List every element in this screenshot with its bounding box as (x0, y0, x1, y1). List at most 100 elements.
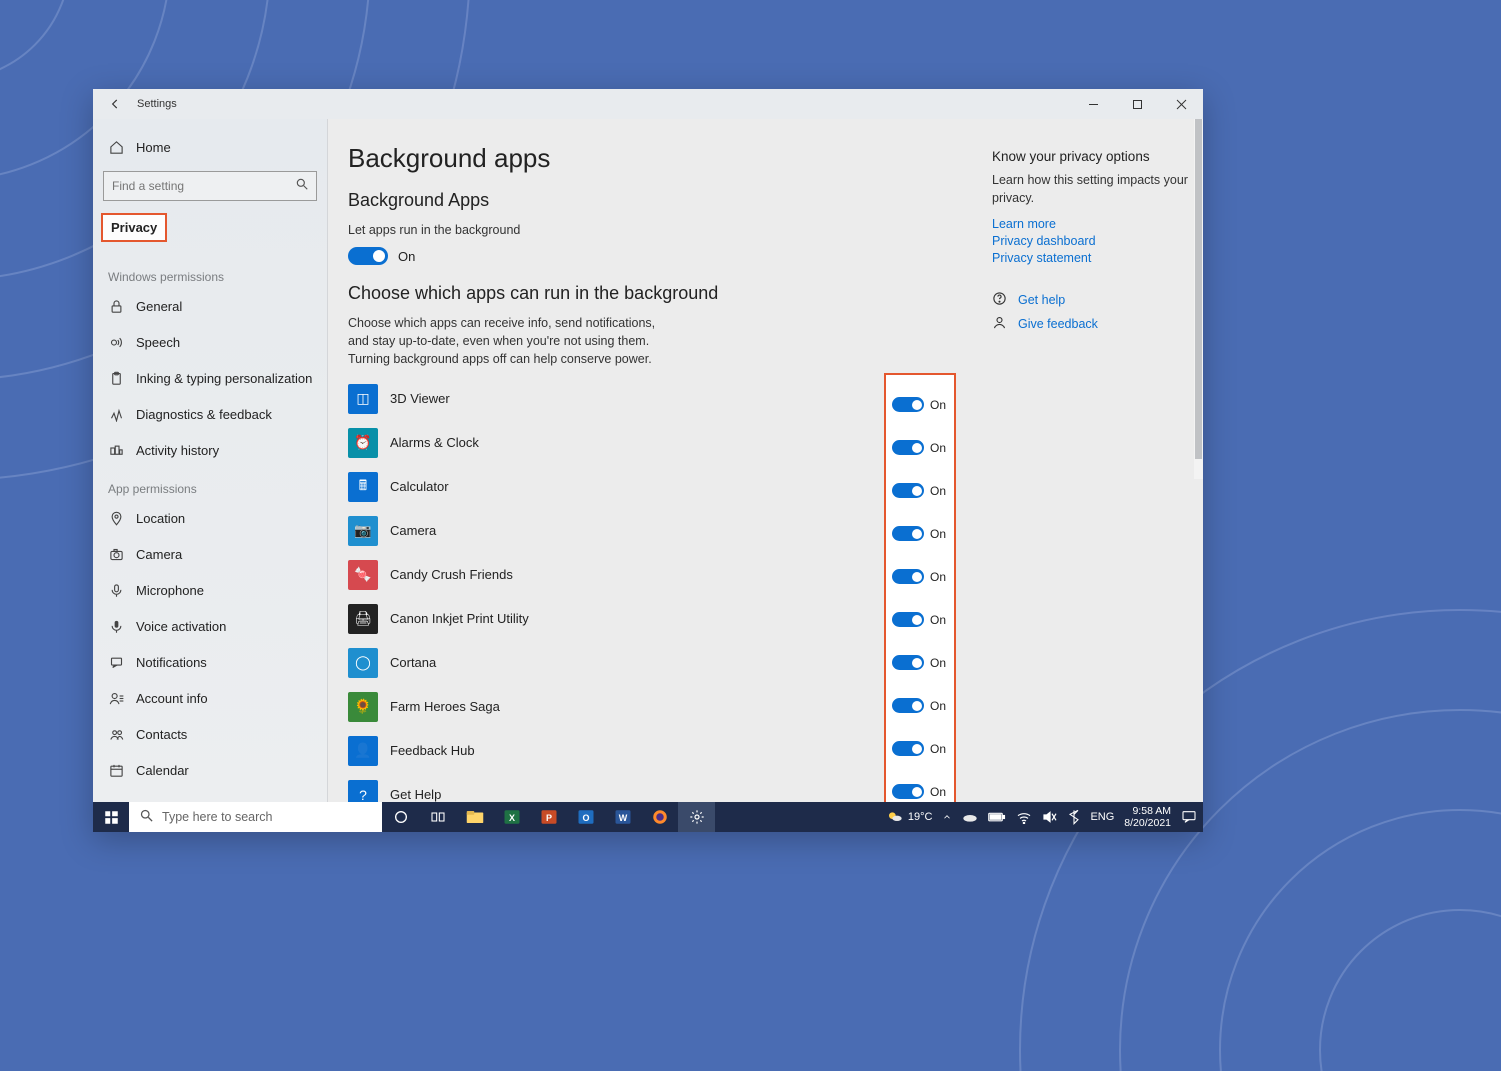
sidebar-item-account-info[interactable]: Account info (93, 680, 327, 716)
sidebar-item-label: Voice activation (136, 619, 226, 634)
minimize-button[interactable] (1071, 89, 1115, 119)
sidebar-item-location[interactable]: Location (93, 500, 327, 536)
link-privacy-statement[interactable]: Privacy statement (992, 251, 1192, 265)
app-icon: 🍬 (348, 560, 378, 590)
toggle[interactable] (892, 569, 924, 584)
section-choose-apps: Choose which apps can run in the backgro… (348, 283, 968, 304)
sidebar-item-voice-activation[interactable]: Voice activation (93, 608, 327, 644)
app-row-alarms-clock: ⏰ Alarms & Clock (348, 421, 968, 465)
powerpoint-icon[interactable]: P (530, 802, 567, 832)
outlook-icon[interactable]: O (567, 802, 604, 832)
feedback-icon (992, 315, 1008, 333)
scrollbar[interactable] (1194, 119, 1203, 479)
sidebar-item-label: Contacts (136, 727, 187, 742)
toggle[interactable] (892, 612, 924, 627)
volume-icon[interactable] (1042, 802, 1058, 832)
link-privacy-dashboard[interactable]: Privacy dashboard (992, 234, 1192, 248)
weather-widget[interactable]: 19°C (887, 802, 933, 832)
contacts-icon (108, 726, 124, 742)
toggle[interactable] (892, 784, 924, 799)
taskbar-search-placeholder: Type here to search (162, 810, 272, 824)
bluetooth-icon[interactable] (1068, 802, 1080, 832)
tray-expand-icon[interactable] (942, 802, 952, 832)
info-title: Know your privacy options (992, 149, 1192, 164)
sidebar-home[interactable]: Home (93, 129, 327, 165)
help-icon (992, 291, 1008, 309)
sidebar-item-notifications[interactable]: Notifications (93, 644, 327, 680)
clock-date: 8/20/2021 (1124, 817, 1171, 829)
sidebar-search-input[interactable] (103, 171, 317, 201)
toggle[interactable] (892, 526, 924, 541)
word-icon[interactable]: W (604, 802, 641, 832)
taskbar-search[interactable]: Type here to search (129, 802, 382, 832)
titlebar: Settings (93, 89, 1203, 119)
let-apps-label: Let apps run in the background (348, 221, 678, 239)
file-explorer-icon[interactable] (456, 802, 493, 832)
clock[interactable]: 9:58 AM 8/20/2021 (1124, 802, 1171, 832)
history-icon (108, 442, 124, 458)
account-icon (108, 690, 124, 706)
sidebar-item-microphone[interactable]: Microphone (93, 572, 327, 608)
app-row-camera: 📷Camera (348, 509, 968, 553)
get-help-link[interactable]: Get help (992, 291, 1192, 309)
toggle[interactable] (892, 483, 924, 498)
back-button[interactable] (93, 89, 137, 119)
sidebar-item-label: Notifications (136, 655, 207, 670)
window-title: Settings (137, 98, 177, 110)
close-button[interactable] (1159, 89, 1203, 119)
app-name-label: Cortana (390, 655, 436, 670)
master-toggle[interactable] (348, 247, 388, 265)
notif-icon (108, 654, 124, 670)
sidebar-item-calendar[interactable]: Calendar (93, 752, 327, 788)
task-view-icon[interactable] (419, 802, 456, 832)
camera-icon (108, 546, 124, 562)
wifi-icon[interactable] (1016, 802, 1032, 832)
sidebar-item-activity-history[interactable]: Activity history (93, 432, 327, 468)
sidebar: Home Privacy Windows permissions General… (93, 119, 328, 832)
sidebar-category-privacy[interactable]: Privacy (101, 213, 167, 242)
sidebar-item-contacts[interactable]: Contacts (93, 716, 327, 752)
home-icon (108, 139, 124, 155)
speech-icon (108, 334, 124, 350)
sidebar-item-camera[interactable]: Camera (93, 536, 327, 572)
app-row-candy-crush-friends: 🍬Candy Crush Friends (348, 553, 968, 597)
app-toggles-highlight-box: OnOnOnOnOnOnOnOnOnOn (884, 373, 956, 823)
app-name-label: Alarms & Clock (390, 435, 479, 450)
diag-icon (108, 406, 124, 422)
svg-text:P: P (545, 813, 551, 823)
sidebar-item-general[interactable]: General (93, 288, 327, 324)
toggle[interactable] (892, 698, 924, 713)
toggle-state-label: On (930, 742, 946, 756)
give-feedback-link[interactable]: Give feedback (992, 315, 1192, 333)
start-button[interactable] (93, 802, 129, 832)
cortana-icon[interactable] (382, 802, 419, 832)
app-row-calculator: 🖩Calculator (348, 465, 968, 509)
app-row-canon-inkjet-print-utility: 🖨Canon Inkjet Print Utility (348, 597, 968, 641)
sidebar-item-speech[interactable]: Speech (93, 324, 327, 360)
action-center-icon[interactable] (1181, 802, 1197, 832)
sidebar-item-diagnostics-feedback[interactable]: Diagnostics & feedback (93, 396, 327, 432)
language-indicator[interactable]: ENG (1090, 802, 1114, 832)
onedrive-icon[interactable] (962, 802, 978, 832)
battery-icon[interactable] (988, 802, 1006, 832)
sidebar-item-inking-typing-personalization[interactable]: Inking & typing personalization (93, 360, 327, 396)
lock-icon (108, 298, 124, 314)
settings-taskbar-icon[interactable] (678, 802, 715, 832)
excel-icon[interactable]: X (493, 802, 530, 832)
app-name-label: Calculator (390, 479, 449, 494)
toggle-state-label: On (930, 785, 946, 799)
sidebar-item-label: Inking & typing personalization (136, 371, 312, 386)
sidebar-home-label: Home (136, 140, 171, 155)
app-list: ◫3D Viewer⏰Alarms & Clock🖩Calculator📷Cam… (348, 377, 968, 817)
settings-window: Settings Home Privacy Windows permission… (93, 89, 1203, 832)
toggle[interactable] (892, 440, 924, 455)
app-icon: ⏰ (348, 428, 378, 458)
link-learn-more[interactable]: Learn more (992, 217, 1192, 231)
firefox-icon[interactable] (641, 802, 678, 832)
toggle[interactable] (892, 655, 924, 670)
toggle[interactable] (892, 741, 924, 756)
sidebar-item-label: Camera (136, 547, 182, 562)
voice-icon (108, 618, 124, 634)
toggle[interactable] (892, 397, 924, 412)
maximize-button[interactable] (1115, 89, 1159, 119)
